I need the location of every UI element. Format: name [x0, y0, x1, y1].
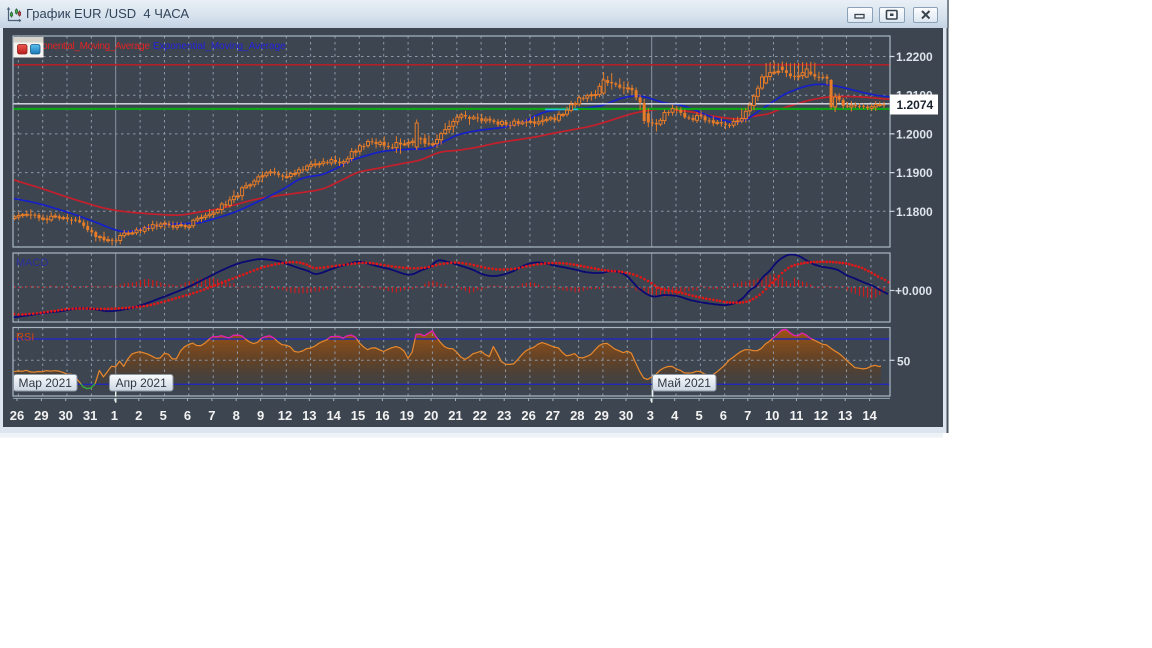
svg-text:13: 13 — [838, 408, 852, 423]
svg-text:12: 12 — [278, 408, 292, 423]
svg-text:7: 7 — [744, 408, 751, 423]
svg-text:1.2074: 1.2074 — [897, 98, 934, 112]
svg-text:19: 19 — [400, 408, 414, 423]
svg-text:2: 2 — [135, 408, 142, 423]
svg-text:1.1900: 1.1900 — [896, 166, 933, 180]
svg-text:29: 29 — [594, 408, 608, 423]
svg-text:9: 9 — [257, 408, 264, 423]
svg-text:1: 1 — [111, 408, 118, 423]
svg-text:MACD: MACD — [16, 257, 48, 269]
svg-text:15: 15 — [351, 408, 365, 423]
svg-text:20: 20 — [424, 408, 438, 423]
svg-text:8: 8 — [233, 408, 240, 423]
svg-text:1.1800: 1.1800 — [896, 205, 933, 219]
svg-text:+0.000: +0.000 — [895, 284, 932, 298]
svg-text:6: 6 — [184, 408, 191, 423]
svg-text:14: 14 — [862, 408, 877, 423]
svg-text:14: 14 — [326, 408, 341, 423]
svg-text:26: 26 — [521, 408, 535, 423]
svg-text:28: 28 — [570, 408, 584, 423]
svg-text:6: 6 — [720, 408, 727, 423]
svg-text:Exponential_Moving_Average: Exponential_Moving_Average — [153, 41, 286, 52]
svg-text:1.2200: 1.2200 — [896, 50, 933, 64]
svg-text:Апр 2021: Апр 2021 — [116, 376, 168, 390]
svg-text:31: 31 — [83, 408, 97, 423]
svg-text:3: 3 — [647, 408, 654, 423]
svg-text:Exponential_Moving_Average: Exponential_Moving_Average — [26, 41, 150, 52]
svg-text:26: 26 — [10, 408, 24, 423]
svg-text:RSI: RSI — [16, 332, 34, 344]
svg-text:5: 5 — [695, 408, 702, 423]
svg-text:Май 2021: Май 2021 — [657, 376, 711, 390]
svg-text:12: 12 — [814, 408, 828, 423]
svg-text:30: 30 — [619, 408, 633, 423]
svg-text:16: 16 — [375, 408, 389, 423]
svg-text:50: 50 — [897, 355, 911, 369]
svg-text:4: 4 — [671, 408, 679, 423]
svg-text:10: 10 — [765, 408, 779, 423]
svg-text:11: 11 — [790, 408, 804, 423]
svg-text:27: 27 — [546, 408, 560, 423]
svg-text:22: 22 — [473, 408, 487, 423]
svg-text:23: 23 — [497, 408, 511, 423]
svg-text:7: 7 — [208, 408, 215, 423]
svg-text:29: 29 — [34, 408, 48, 423]
svg-text:1.2000: 1.2000 — [896, 127, 933, 141]
svg-text:Мар 2021: Мар 2021 — [18, 376, 72, 390]
svg-text:13: 13 — [302, 408, 316, 423]
svg-text:30: 30 — [58, 408, 72, 423]
svg-text:21: 21 — [448, 408, 462, 423]
svg-text:5: 5 — [160, 408, 167, 423]
